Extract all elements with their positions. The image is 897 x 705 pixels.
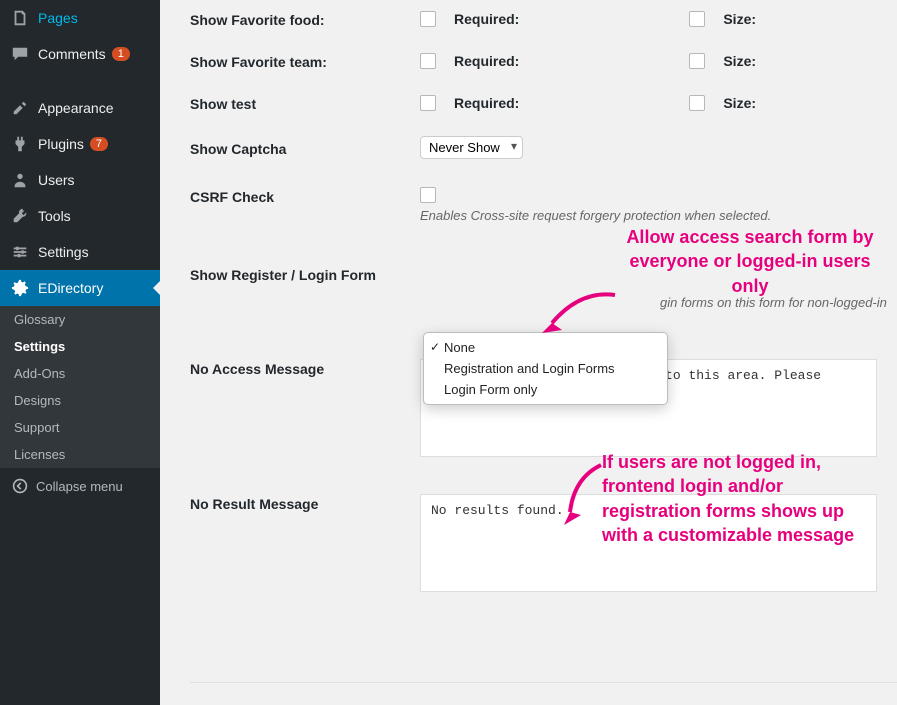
collapse-menu[interactable]: Collapse menu bbox=[0, 468, 160, 504]
no-result-textarea[interactable]: No results found. bbox=[420, 494, 877, 592]
submenu-settings[interactable]: Settings bbox=[0, 333, 160, 360]
edirectory-submenu: Glossary Settings Add-Ons Designs Suppor… bbox=[0, 306, 160, 468]
dropdown-option-reg-login[interactable]: Registration and Login Forms bbox=[424, 358, 667, 379]
pages-icon bbox=[10, 8, 30, 28]
sidebar-item-users[interactable]: Users bbox=[0, 162, 160, 198]
checkbox-test-size[interactable] bbox=[689, 95, 705, 111]
checkbox-favorite-food-required[interactable] bbox=[420, 11, 436, 27]
comments-badge: 1 bbox=[112, 47, 130, 61]
sidebar-item-comments[interactable]: Comments 1 bbox=[0, 36, 160, 72]
collapse-label: Collapse menu bbox=[36, 479, 123, 494]
appearance-icon bbox=[10, 98, 30, 118]
csrf-helper-text: Enables Cross-site request forgery prote… bbox=[420, 208, 877, 223]
row-label: CSRF Check bbox=[190, 187, 420, 205]
sidebar-item-label: Tools bbox=[38, 208, 71, 224]
row-label: Show Register / Login Form bbox=[190, 265, 420, 283]
sidebar-item-settings[interactable]: Settings bbox=[0, 234, 160, 270]
sidebar-item-label: Comments bbox=[38, 46, 106, 62]
sidebar-item-tools[interactable]: Tools bbox=[0, 198, 160, 234]
submenu-glossary[interactable]: Glossary bbox=[0, 306, 160, 333]
sidebar-item-edirectory[interactable]: EDirectory bbox=[0, 270, 160, 306]
field-label-required: Required: bbox=[454, 53, 519, 69]
collapse-icon bbox=[10, 476, 30, 496]
row-test: Show test Required: Size: bbox=[190, 84, 877, 126]
tools-icon bbox=[10, 206, 30, 226]
dropdown-option-login-only[interactable]: Login Form only bbox=[424, 379, 667, 400]
sidebar-item-pages[interactable]: Pages bbox=[0, 0, 160, 36]
register-login-dropdown[interactable]: None Registration and Login Forms Login … bbox=[423, 332, 668, 405]
row-favorite-food: Show Favorite food: Required: Size: bbox=[190, 0, 877, 42]
sidebar-item-label: EDirectory bbox=[38, 280, 103, 296]
plugins-badge: 7 bbox=[90, 137, 108, 151]
row-label: Show Captcha bbox=[190, 139, 420, 157]
users-icon bbox=[10, 170, 30, 190]
sidebar-item-label: Plugins bbox=[38, 136, 84, 152]
field-label-required: Required: bbox=[454, 11, 519, 27]
captcha-select[interactable]: Never Show bbox=[420, 136, 523, 159]
register-helper-text: gin forms on this form for non-logged-in bbox=[660, 295, 887, 310]
field-label-size: Size: bbox=[723, 11, 756, 27]
captcha-select-wrap: Never Show bbox=[420, 136, 523, 159]
submenu-designs[interactable]: Designs bbox=[0, 387, 160, 414]
field-label-required: Required: bbox=[454, 95, 519, 111]
plugins-icon bbox=[10, 134, 30, 154]
field-label-size: Size: bbox=[723, 53, 756, 69]
gear-icon bbox=[10, 278, 30, 298]
sidebar-item-appearance[interactable]: Appearance bbox=[0, 90, 160, 126]
sidebar-item-label: Appearance bbox=[38, 100, 114, 116]
submenu-licenses[interactable]: Licenses bbox=[0, 441, 160, 468]
dropdown-option-none[interactable]: None bbox=[424, 337, 667, 358]
checkbox-test-required[interactable] bbox=[420, 95, 436, 111]
sidebar-item-plugins[interactable]: Plugins 7 bbox=[0, 126, 160, 162]
row-no-result: No Result Message No results found. bbox=[190, 480, 877, 615]
settings-icon bbox=[10, 242, 30, 262]
bottom-divider bbox=[190, 682, 897, 683]
checkbox-favorite-team-size[interactable] bbox=[689, 53, 705, 69]
checkbox-favorite-team-required[interactable] bbox=[420, 53, 436, 69]
sidebar-item-label: Pages bbox=[38, 10, 78, 26]
checkbox-favorite-food-size[interactable] bbox=[689, 11, 705, 27]
row-label: Show Favorite food: bbox=[190, 10, 420, 28]
row-label: No Access Message bbox=[190, 359, 420, 377]
submenu-addons[interactable]: Add-Ons bbox=[0, 360, 160, 387]
submenu-support[interactable]: Support bbox=[0, 414, 160, 441]
row-captcha: Show Captcha Never Show bbox=[190, 126, 877, 173]
row-csrf: CSRF Check Enables Cross-site request fo… bbox=[190, 173, 877, 251]
sidebar-item-label: Users bbox=[38, 172, 75, 188]
row-favorite-team: Show Favorite team: Required: Size: bbox=[190, 42, 877, 84]
row-label: Show Favorite team: bbox=[190, 52, 420, 70]
row-label: No Result Message bbox=[190, 494, 420, 512]
sidebar-item-label: Settings bbox=[38, 244, 89, 260]
admin-sidebar: Pages Comments 1 Appearance Plugins 7 Us… bbox=[0, 0, 160, 705]
checkbox-csrf[interactable] bbox=[420, 187, 436, 203]
row-register-login: Show Register / Login Form gin forms on … bbox=[190, 251, 877, 345]
comments-icon bbox=[10, 44, 30, 64]
field-label-size: Size: bbox=[723, 95, 756, 111]
row-label: Show test bbox=[190, 94, 420, 112]
